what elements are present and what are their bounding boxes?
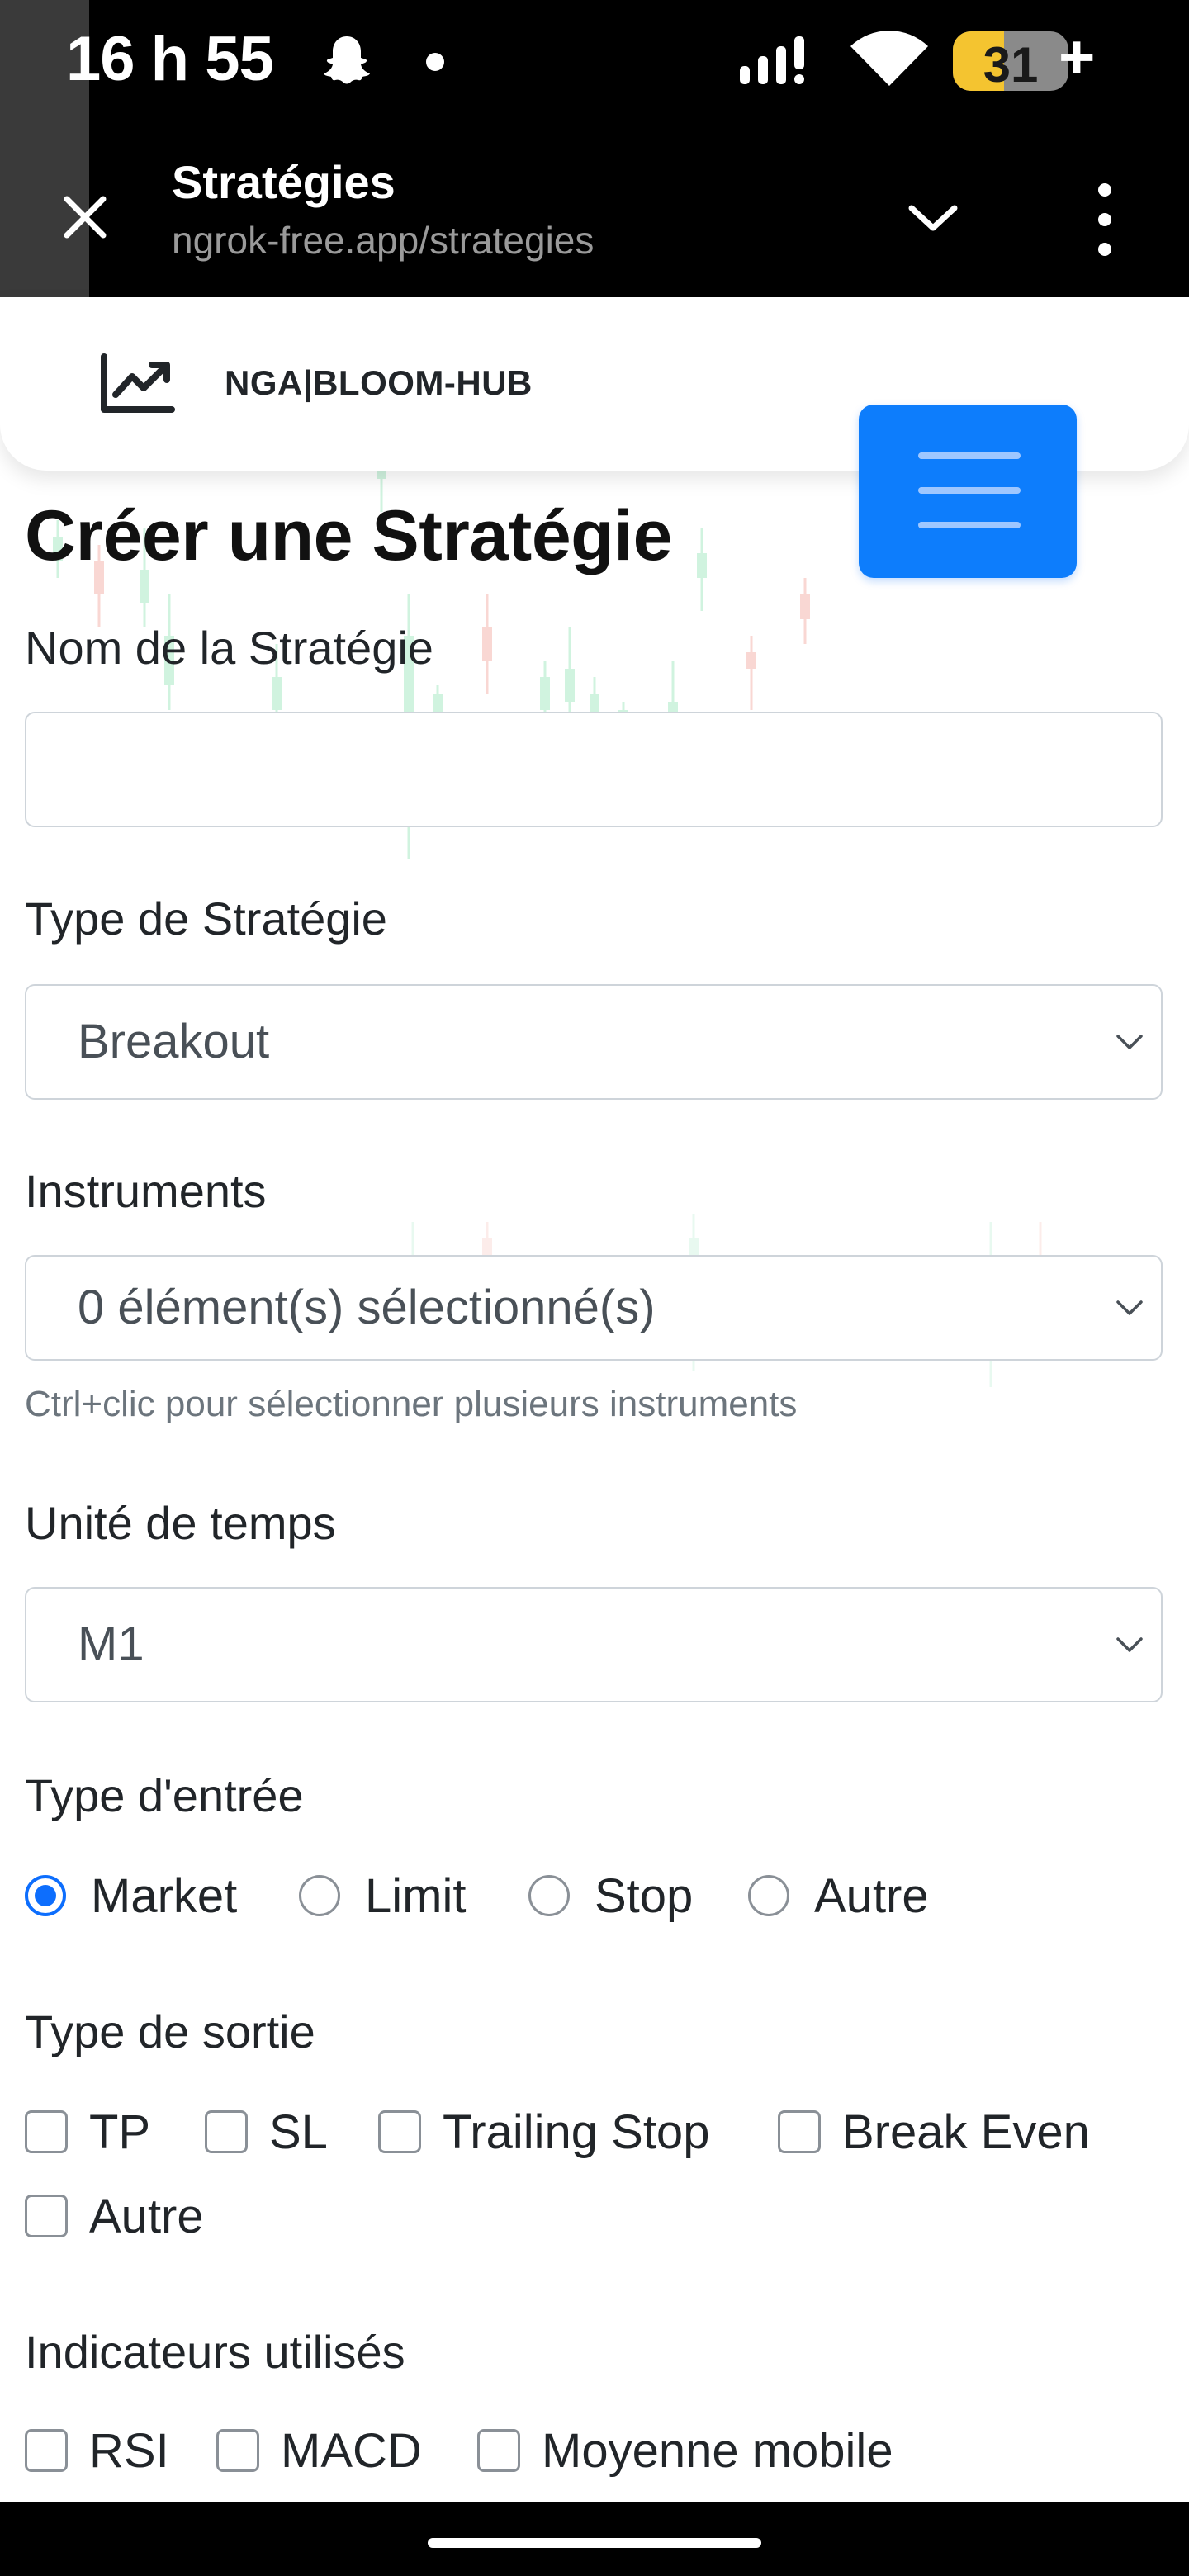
page-title: Créer une Stratégie — [25, 496, 672, 575]
radio-unchecked-icon — [748, 1875, 789, 1916]
snapchat-ghost-icon — [324, 36, 370, 84]
browser-toolbar: Stratégies ngrok-free.app/strategies — [0, 116, 1189, 297]
checkbox-trailing-stop[interactable]: Trailing Stop — [378, 2099, 709, 2165]
checkbox-moyenne-mobile[interactable]: Moyenne mobile — [477, 2417, 893, 2484]
radio-checked-icon — [25, 1875, 66, 1916]
notification-dot-icon — [426, 53, 444, 71]
strategy-type-select[interactable]: Breakout — [25, 984, 1163, 1100]
checkbox-autre[interactable]: Autre — [25, 2183, 204, 2249]
checkbox-icon — [378, 2110, 421, 2153]
radio-label: Stop — [594, 1868, 694, 1923]
wifi-icon — [850, 31, 928, 86]
checkbox-label: Moyenne mobile — [542, 2423, 893, 2478]
instruments-help-text: Ctrl+clic pour sélectionner plusieurs in… — [25, 1384, 798, 1424]
radio-label: Limit — [365, 1868, 467, 1923]
brand-name[interactable]: NGA|BLOOM-HUB — [225, 363, 533, 403]
checkbox-icon — [205, 2110, 248, 2153]
radio-autre[interactable]: Autre — [748, 1863, 929, 1929]
checkbox-label: RSI — [89, 2423, 169, 2478]
checkbox-label: SL — [269, 2105, 328, 2159]
chevron-down-icon — [1116, 1637, 1143, 1652]
checkbox-icon — [778, 2110, 821, 2153]
signal-icon — [740, 36, 804, 84]
page-title-tab: Stratégies — [172, 156, 396, 208]
checkbox-label: Break Even — [842, 2105, 1090, 2159]
checkbox-icon — [25, 2195, 68, 2237]
chevron-down-icon — [1116, 1035, 1143, 1049]
battery-icon: 31 — [953, 31, 1068, 91]
radio-unchecked-icon — [299, 1875, 340, 1916]
checkbox-tp[interactable]: TP — [25, 2099, 150, 2165]
checkbox-label: TP — [89, 2105, 151, 2159]
checkbox-label: Trailing Stop — [443, 2105, 710, 2159]
chevron-down-icon[interactable] — [903, 188, 963, 248]
timeframe-value: M1 — [78, 1617, 144, 1671]
strategy-name-input[interactable] — [25, 712, 1163, 827]
checkbox-macd[interactable]: MACD — [216, 2417, 422, 2484]
strategy-type-label: Type de Stratégie — [25, 893, 387, 945]
instruments-select[interactable]: 0 élément(s) sélectionné(s) — [25, 1255, 1163, 1361]
close-button[interactable] — [50, 182, 121, 253]
checkbox-break-even[interactable]: Break Even — [778, 2099, 1090, 2165]
timeframe-select[interactable]: M1 — [25, 1587, 1163, 1702]
status-bar: 16 h 55 31 + — [0, 0, 1189, 297]
radio-unchecked-icon — [528, 1875, 570, 1916]
strategy-name-label: Nom de la Stratégie — [25, 622, 433, 674]
checkbox-icon — [25, 2110, 68, 2153]
radio-stop[interactable]: Stop — [528, 1863, 693, 1929]
home-indicator[interactable] — [428, 2538, 761, 2548]
timeframe-label: Unité de temps — [25, 1497, 336, 1549]
trending-chart-icon[interactable] — [99, 352, 175, 416]
radio-label: Market — [91, 1868, 238, 1923]
strategy-type-value: Breakout — [78, 1015, 270, 1068]
checkbox-rsi[interactable]: RSI — [25, 2417, 169, 2484]
chevron-down-icon — [1116, 1300, 1143, 1315]
checkbox-label: Autre — [89, 2189, 204, 2243]
battery-charging-plus: + — [1059, 22, 1096, 92]
status-time: 16 h 55 — [66, 24, 274, 94]
checkbox-label: MACD — [281, 2423, 422, 2478]
radio-market[interactable]: Market — [25, 1863, 237, 1929]
url-text[interactable]: ngrok-free.app/strategies — [172, 218, 594, 263]
system-navigation-bar — [0, 2502, 1189, 2576]
checkbox-icon — [25, 2429, 68, 2472]
more-vertical-icon[interactable] — [1080, 178, 1130, 261]
menu-toggle-button[interactable] — [859, 405, 1077, 578]
instruments-label: Instruments — [25, 1165, 267, 1217]
exit-type-label: Type de sortie — [25, 2005, 315, 2057]
radio-limit[interactable]: Limit — [299, 1863, 466, 1929]
close-icon — [64, 196, 107, 239]
battery-level: 31 — [983, 37, 1039, 91]
checkbox-sl[interactable]: SL — [205, 2099, 328, 2165]
checkbox-icon — [477, 2429, 520, 2472]
entry-type-label: Type d'entrée — [25, 1769, 304, 1821]
radio-label: Autre — [814, 1868, 929, 1923]
checkbox-icon — [216, 2429, 259, 2472]
indicators-label: Indicateurs utilisés — [25, 2326, 405, 2378]
instruments-value: 0 élément(s) sélectionné(s) — [78, 1281, 656, 1334]
